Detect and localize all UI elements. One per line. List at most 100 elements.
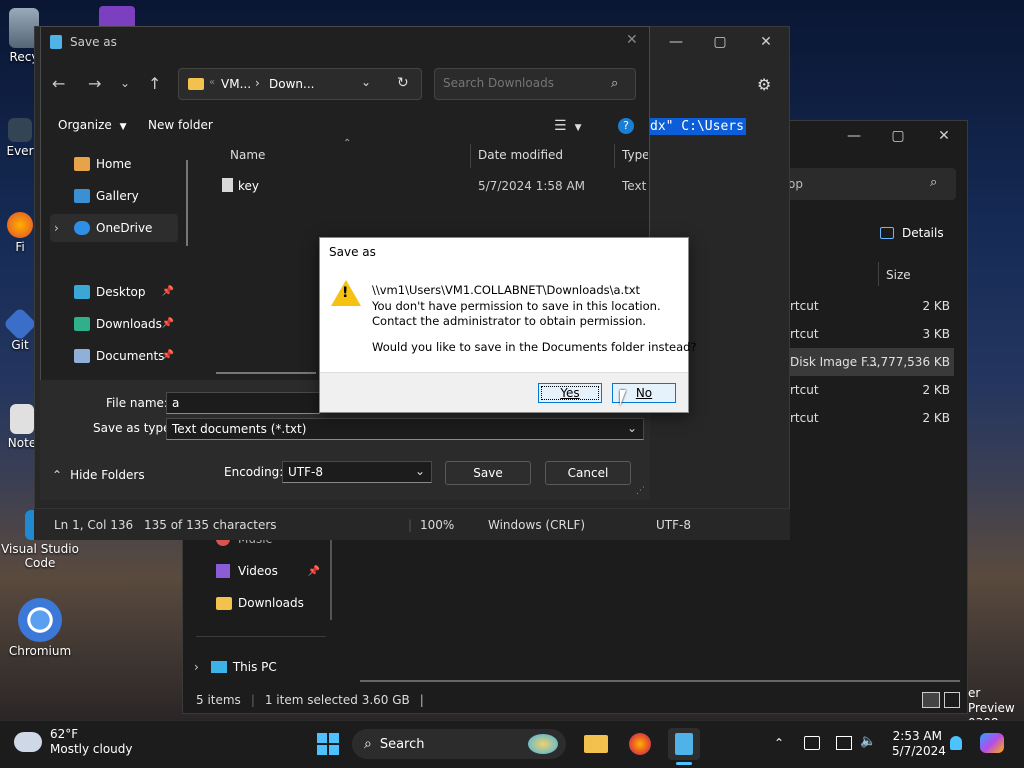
forward-arrow-icon[interactable]: → — [88, 74, 101, 93]
nav-item-desktop[interactable]: Desktop 📌 — [50, 278, 178, 306]
encoding-label: Encoding: — [224, 465, 284, 479]
file-list-h-scrollbar[interactable] — [216, 372, 316, 374]
column-header-date[interactable]: Date modified — [478, 148, 563, 162]
taskbar-notepad[interactable] — [668, 728, 700, 760]
size-column-header[interactable]: Size — [886, 268, 911, 282]
nav-item-onedrive[interactable]: › OneDrive — [50, 214, 178, 242]
view-tiles-icon[interactable] — [944, 692, 960, 708]
explorer-search[interactable]: op ⌕ — [770, 168, 956, 200]
nav-item-gallery[interactable]: Gallery — [50, 182, 178, 210]
table-row[interactable]: rtcut 2 KB — [790, 404, 960, 432]
clock[interactable]: 2:53 AM 5/7/2024 — [892, 729, 946, 759]
nav-item-documents[interactable]: Documents 📌 — [50, 342, 178, 370]
folder-icon — [216, 596, 232, 610]
chevron-right-icon: › — [54, 221, 59, 235]
view-options-icon[interactable]: ☰ ▼ — [554, 118, 581, 134]
explorer-nav-scrollbar[interactable] — [330, 540, 332, 620]
column-header-type[interactable]: Type — [622, 148, 648, 162]
notepad-selected-text[interactable]: dx" C:\Users — [648, 118, 746, 135]
explorer-h-scrollbar[interactable] — [360, 680, 960, 682]
display-icon[interactable] — [836, 736, 852, 750]
details-button[interactable]: Details — [880, 226, 944, 240]
search-icon: ⌕ — [364, 736, 372, 752]
column-header-name[interactable]: Name — [230, 148, 265, 162]
computer-icon — [210, 661, 227, 673]
videos-icon — [216, 564, 230, 578]
alert-title: Save as — [329, 245, 376, 259]
view-details-icon[interactable] — [922, 692, 940, 708]
explorer-col-divider — [878, 262, 879, 286]
download-icon — [74, 317, 90, 331]
home-icon — [74, 157, 90, 171]
taskbar-firefox[interactable] — [624, 728, 656, 760]
column-divider — [614, 144, 615, 168]
table-row-selected[interactable]: Disk Image F... 3,777,536 KB — [790, 348, 954, 376]
save-as-type-label: Save as type: — [93, 421, 175, 435]
refresh-icon[interactable]: ↻ — [397, 75, 409, 91]
chromium-icon — [18, 598, 62, 642]
save-as-type-select[interactable]: Text documents (*.txt) ⌄ — [166, 418, 644, 440]
up-arrow-icon[interactable]: ↑ — [148, 74, 161, 93]
firefox-icon — [7, 212, 33, 238]
desktop-icon-chromium[interactable]: Chromium — [0, 598, 80, 658]
file-name-input[interactable]: a — [166, 392, 320, 414]
pin-icon: 📌 — [161, 286, 174, 297]
notepad-status-bar: Ln 1, Col 136 135 of 135 characters | 10… — [34, 508, 790, 540]
search-icon: ⌕ — [611, 76, 619, 91]
active-indicator — [676, 762, 692, 765]
explorer-nav-downloads[interactable]: Downloads — [216, 596, 304, 610]
search-icon: ⌕ — [930, 175, 938, 190]
explorer-status-bar: 5 items | 1 item selected 3.60 GB | — [196, 693, 424, 707]
address-dropdown-icon[interactable]: ⌄ — [361, 75, 371, 89]
maximize-icon[interactable]: ▢ — [875, 121, 921, 151]
yes-button[interactable]: Yes — [538, 383, 602, 403]
recent-chevron-icon[interactable]: ⌄ — [120, 76, 130, 90]
volume-icon[interactable]: 🔈 — [860, 734, 876, 749]
explorer-nav-videos[interactable]: Videos 📌 — [216, 564, 320, 578]
close-icon[interactable]: ✕ — [921, 121, 967, 151]
weather-widget[interactable]: 62°F Mostly cloudy — [14, 727, 133, 757]
sort-arrow-icon: ⌃ — [343, 138, 352, 149]
minimize-icon[interactable]: — — [653, 27, 699, 57]
organize-menu[interactable]: Organize ▼ — [58, 118, 127, 132]
back-arrow-icon[interactable]: ← — [52, 74, 65, 93]
nav-scrollbar[interactable] — [186, 160, 188, 246]
network-icon[interactable] — [804, 736, 820, 750]
notification-bell-icon[interactable] — [950, 736, 962, 750]
mouse-cursor-icon — [620, 390, 632, 406]
table-row[interactable]: rtcut 2 KB — [790, 376, 960, 404]
start-button[interactable] — [312, 728, 344, 760]
tray-chevron-icon[interactable]: ⌃ — [774, 736, 784, 750]
taskbar-search[interactable]: ⌕ Search — [352, 729, 566, 759]
windows-logo-icon — [317, 733, 339, 755]
resize-grip-icon[interactable]: ⋰ — [636, 486, 645, 496]
save-button[interactable]: Save — [445, 461, 531, 485]
pin-icon: 📌 — [161, 350, 174, 361]
new-folder-button[interactable]: New folder — [148, 118, 213, 132]
close-icon[interactable]: ✕ — [743, 27, 789, 57]
table-row[interactable]: rtcut 3 KB — [790, 320, 960, 348]
encoding-select[interactable]: UTF-8 ⌄ — [282, 461, 432, 483]
dialog-close-icon[interactable]: ✕ — [626, 32, 638, 48]
nav-item-home[interactable]: Home — [50, 150, 178, 178]
address-bar[interactable]: « VM... › Down... ⌄ ↻ — [178, 68, 422, 100]
maximize-icon[interactable]: ▢ — [697, 27, 743, 57]
minimize-icon[interactable]: — — [831, 121, 877, 151]
file-row[interactable]: key 5/7/2024 1:58 AM Text D — [214, 172, 648, 200]
details-pane-icon — [880, 227, 894, 239]
cancel-button[interactable]: Cancel — [545, 461, 631, 485]
hide-folders-button[interactable]: ⌃ Hide Folders — [52, 468, 145, 482]
search-box[interactable]: ⌕ — [434, 68, 636, 100]
settings-icon[interactable]: ⚙ — [757, 75, 771, 94]
nav-item-downloads[interactable]: Downloads 📌 — [50, 310, 178, 338]
explorer-nav-thispc[interactable]: › This PC — [194, 660, 277, 674]
notepad-app-icon — [50, 35, 62, 49]
taskbar-file-explorer[interactable] — [580, 728, 612, 760]
search-highlight-icon — [528, 734, 558, 754]
copilot-icon[interactable] — [980, 733, 1004, 753]
notepad-icon — [10, 404, 34, 434]
table-row[interactable]: rtcut 2 KB — [790, 292, 960, 320]
search-input[interactable] — [443, 76, 603, 90]
help-icon[interactable]: ? — [618, 118, 634, 134]
breadcrumb-separator-icon: › — [255, 76, 260, 90]
